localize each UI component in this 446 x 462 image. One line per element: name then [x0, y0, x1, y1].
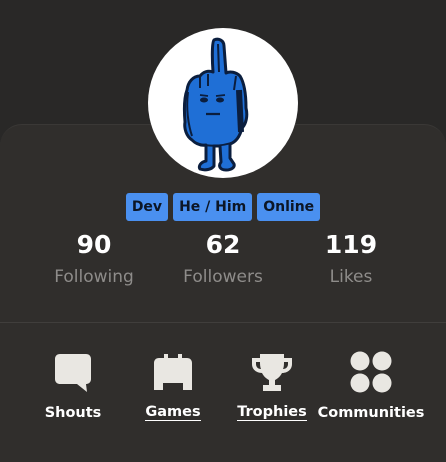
dev-badge: Dev [125, 193, 169, 221]
pronouns-badge: He / Him [173, 193, 253, 221]
trophy-icon [250, 350, 294, 394]
followers-stat[interactable]: 62 Followers [158, 228, 288, 292]
following-count: 90 [76, 230, 112, 259]
online-badge: Online [257, 193, 321, 221]
stats-row: 90 Following 62 Followers 119 Likes [0, 228, 446, 298]
followers-count: 62 [205, 230, 241, 259]
gamepad-icon [151, 350, 195, 394]
section-divider [0, 322, 446, 323]
speech-bubble-icon [51, 350, 95, 394]
badge-row: Dev He / Him Online [0, 193, 446, 221]
communities-button[interactable]: Communities [316, 350, 426, 422]
shouts-label: Shouts [44, 405, 102, 421]
trophies-label: Trophies [237, 404, 307, 421]
profile-nav: Shouts Games Trophies Communities [0, 350, 446, 430]
shouts-button[interactable]: Shouts [18, 350, 128, 422]
following-label: Following [54, 267, 134, 287]
likes-stat[interactable]: 119 Likes [286, 228, 416, 292]
communities-label: Communities [317, 405, 425, 421]
following-stat[interactable]: 90 Following [29, 228, 159, 292]
followers-label: Followers [183, 267, 263, 287]
likes-label: Likes [329, 267, 373, 287]
likes-count: 119 [324, 230, 378, 259]
avatar-drawing [182, 37, 249, 172]
games-button[interactable]: Games [118, 350, 228, 421]
avatar[interactable] [148, 28, 298, 178]
games-label: Games [145, 404, 201, 421]
trophies-button[interactable]: Trophies [217, 350, 327, 421]
communities-icon [349, 350, 393, 394]
